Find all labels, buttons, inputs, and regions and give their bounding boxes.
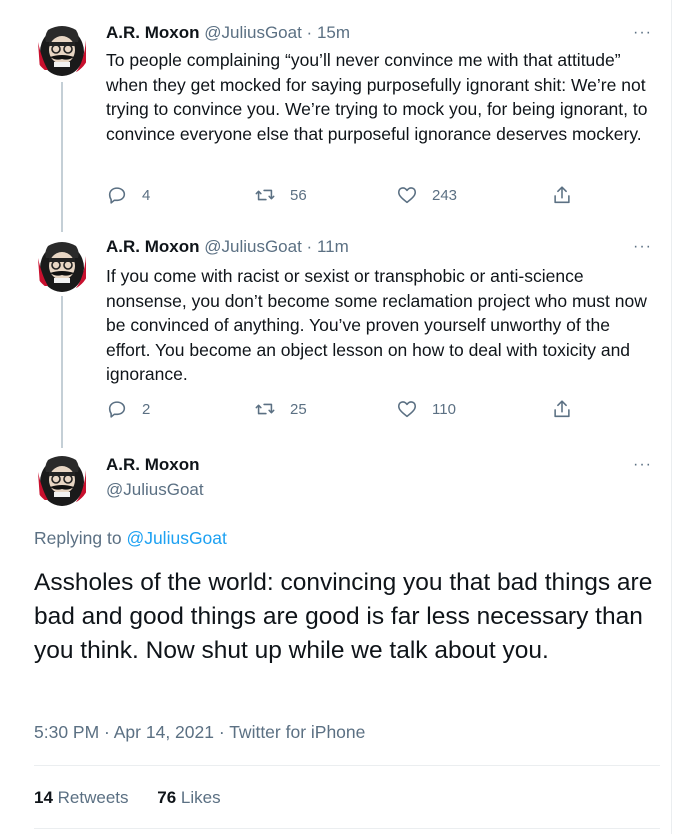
tweet-header: A.R. Moxon @JuliusGoat · 15m bbox=[106, 22, 350, 44]
engagement-stats: 14 Retweets 76 Likes bbox=[34, 788, 221, 808]
avatar-image bbox=[34, 20, 90, 76]
like-count: 243 bbox=[432, 186, 458, 204]
like-count: 110 bbox=[432, 400, 456, 418]
retweet-count: 25 bbox=[290, 400, 307, 418]
handle[interactable]: @JuliusGoat bbox=[106, 479, 204, 501]
avatar[interactable] bbox=[34, 450, 90, 506]
retweets-count: 14 bbox=[34, 788, 53, 807]
handle[interactable]: @JuliusGoat bbox=[204, 23, 302, 42]
display-name[interactable]: A.R. Moxon bbox=[106, 454, 204, 476]
share-icon bbox=[554, 400, 570, 418]
retweet-icon bbox=[255, 403, 275, 415]
like-button[interactable]: 243 bbox=[396, 184, 457, 206]
author-block: A.R. Moxon @JuliusGoat bbox=[106, 454, 204, 501]
reply-count: 2 bbox=[142, 400, 151, 418]
tweet-text: To people complaining “you’ll never conv… bbox=[106, 50, 648, 144]
replying-to: Replying to @JuliusGoat bbox=[34, 528, 227, 549]
handle[interactable]: @JuliusGoat bbox=[204, 237, 302, 256]
likes-label: Likes bbox=[180, 788, 221, 807]
tweet-timestamp[interactable]: 5:30 PM · Apr 14, 2021 · Twitter for iPh… bbox=[34, 722, 365, 743]
heart-icon bbox=[397, 401, 417, 418]
divider bbox=[34, 765, 660, 766]
tweet-text: If you come with racist or sexist or tra… bbox=[106, 266, 647, 384]
tweet-header: A.R. Moxon @JuliusGoat · 11m bbox=[106, 236, 349, 258]
avatar[interactable] bbox=[34, 236, 90, 292]
separator-dot: · bbox=[306, 23, 313, 42]
retweets-label: Retweets bbox=[57, 788, 129, 807]
avatar-image bbox=[34, 236, 90, 292]
retweet-button[interactable]: 25 bbox=[254, 398, 307, 420]
avatar-image bbox=[34, 450, 90, 506]
retweet-button[interactable]: 56 bbox=[254, 184, 307, 206]
thread-connector bbox=[61, 296, 63, 448]
share-button[interactable] bbox=[551, 398, 573, 420]
avatar[interactable] bbox=[34, 20, 90, 76]
timestamp[interactable]: 15m bbox=[317, 23, 350, 42]
reply-count: 4 bbox=[142, 186, 151, 204]
retweet-count: 56 bbox=[290, 186, 307, 204]
heart-icon bbox=[397, 187, 417, 204]
more-icon[interactable]: ··· bbox=[633, 456, 652, 474]
thread-connector bbox=[61, 82, 63, 232]
display-name[interactable]: A.R. Moxon bbox=[106, 237, 200, 256]
like-button[interactable]: 110 bbox=[396, 398, 456, 420]
tweet-text: Assholes of the world: convincing you th… bbox=[34, 569, 653, 664]
tweet-thread: A.R. Moxon @JuliusGoat · 15m ··· To peop… bbox=[0, 0, 672, 834]
reply-button[interactable]: 2 bbox=[106, 398, 150, 420]
retweet-icon bbox=[255, 189, 275, 201]
reply-icon bbox=[108, 187, 126, 204]
tweet-actions: 4 56 243 bbox=[106, 184, 576, 208]
share-icon bbox=[554, 186, 570, 204]
reply-icon bbox=[108, 401, 126, 418]
share-button[interactable] bbox=[551, 184, 573, 206]
more-icon[interactable]: ··· bbox=[633, 24, 652, 42]
likes-stat[interactable]: 76 Likes bbox=[157, 788, 220, 807]
separator-dot: · bbox=[306, 237, 313, 256]
timestamp[interactable]: 11m bbox=[317, 237, 349, 256]
reply-button[interactable]: 4 bbox=[106, 184, 150, 206]
display-name[interactable]: A.R. Moxon bbox=[106, 23, 200, 42]
replying-label: Replying to bbox=[34, 528, 122, 548]
more-icon[interactable]: ··· bbox=[633, 238, 652, 256]
divider bbox=[34, 828, 660, 829]
tweet-actions: 2 25 110 bbox=[106, 398, 576, 422]
likes-count: 76 bbox=[157, 788, 177, 807]
reply-mention-link[interactable]: @JuliusGoat bbox=[126, 528, 226, 548]
retweets-stat[interactable]: 14 Retweets bbox=[34, 788, 129, 807]
